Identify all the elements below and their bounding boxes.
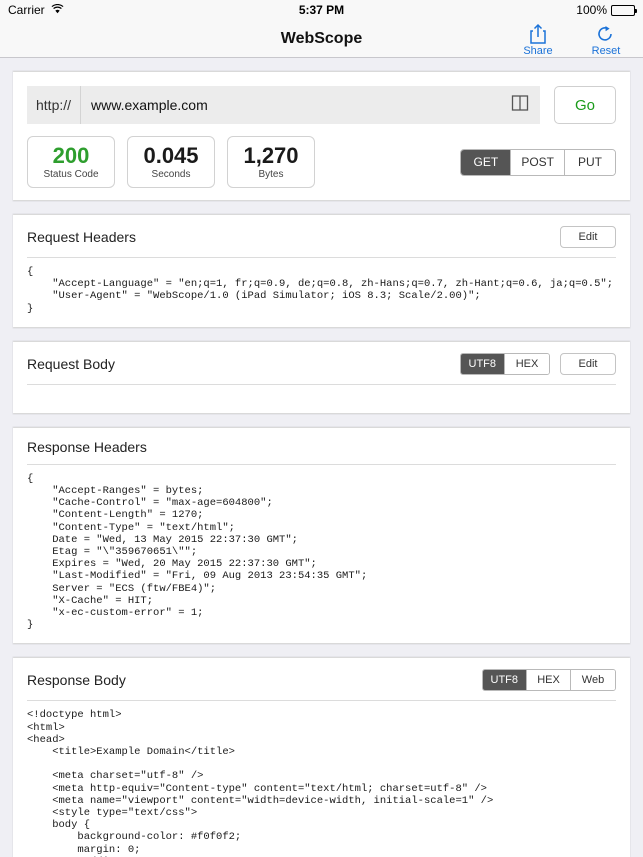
response-headers-header: Response Headers: [13, 428, 630, 464]
reset-icon: [596, 23, 616, 45]
request-headers-card: Request Headers Edit { "Accept-Language"…: [13, 214, 630, 328]
response-headers-content: { "Accept-Ranges" = bytes; "Cache-Contro…: [27, 472, 368, 632]
request-body-tools: UTF8 HEX Edit: [459, 352, 616, 375]
response-headers-title: Response Headers: [27, 438, 147, 455]
url-field[interactable]: http://: [27, 86, 540, 124]
stat-value: 0.045: [143, 143, 199, 168]
battery-icon: [611, 4, 637, 16]
stat-seconds: 0.045 Seconds: [127, 136, 215, 188]
status-bar-left: Carrier: [8, 3, 64, 17]
url-row: http:// Go: [27, 86, 616, 124]
carrier-label: Carrier: [8, 3, 45, 17]
share-button[interactable]: Share: [517, 23, 559, 57]
bookmark-button[interactable]: [500, 93, 540, 118]
wifi-icon: [51, 3, 64, 17]
status-bar: Carrier 5:37 PM 100%: [0, 0, 643, 20]
reset-button[interactable]: Reset: [585, 23, 627, 57]
share-label: Share: [523, 44, 553, 57]
method-get-option[interactable]: GET: [461, 149, 512, 175]
request-body-encoding-control[interactable]: UTF8 HEX: [459, 352, 550, 375]
method-put-option[interactable]: PUT: [565, 149, 615, 175]
response-body-header: Response Body UTF8 HEX Web: [13, 658, 630, 700]
request-body-header: Request Body UTF8 HEX Edit: [13, 342, 630, 384]
battery-percent-label: 100%: [576, 3, 607, 17]
request-body-content: [13, 385, 630, 413]
request-headers-header: Request Headers Edit: [13, 215, 630, 257]
response-body-web-option[interactable]: Web: [571, 670, 615, 691]
status-bar-right: 100%: [576, 3, 637, 17]
stat-value: 200: [52, 143, 90, 168]
response-body-encoding-control[interactable]: UTF8 HEX Web: [481, 669, 616, 692]
response-body-tools: UTF8 HEX Web: [481, 669, 616, 692]
book-icon: [510, 93, 530, 118]
response-body-title: Response Body: [27, 672, 126, 689]
stat-value: 1,270: [243, 143, 299, 168]
stat-label: Bytes: [258, 169, 284, 180]
request-headers-title: Request Headers: [27, 229, 136, 245]
status-bar-time: 5:37 PM: [298, 3, 345, 17]
response-body-card: Response Body UTF8 HEX Web <!doctype htm…: [13, 657, 630, 857]
stat-label: Seconds: [151, 169, 191, 180]
request-body-hex-option[interactable]: HEX: [505, 353, 549, 374]
reset-label: Reset: [591, 44, 621, 57]
request-body-card: Request Body UTF8 HEX Edit: [13, 340, 630, 414]
go-button[interactable]: Go: [554, 86, 616, 124]
stat-status-code: 200 Status Code: [27, 136, 115, 188]
stat-bytes: 1,270 Bytes: [227, 136, 315, 188]
request-headers-content: { "Accept-Language" = "en;q=1, fr;q=0.9,…: [27, 266, 613, 315]
share-icon: [528, 23, 548, 45]
nav-actions: Share Reset: [517, 21, 633, 57]
request-headers-edit-button[interactable]: Edit: [560, 226, 616, 248]
stat-label: Status Code: [43, 169, 99, 180]
method-post-option[interactable]: POST: [511, 149, 565, 175]
main-content: http:// Go 200 Status Code: [0, 71, 643, 857]
response-body-utf8-option[interactable]: UTF8: [482, 670, 527, 691]
response-body-hex-option[interactable]: HEX: [527, 670, 571, 691]
request-headers-tools: Edit: [560, 226, 616, 248]
http-method-segmented-control[interactable]: GET POST PUT: [460, 148, 616, 176]
request-body-title: Request Body: [27, 355, 115, 372]
request-body-edit-button[interactable]: Edit: [560, 352, 616, 375]
request-body-utf8-option[interactable]: UTF8: [460, 353, 505, 374]
url-scheme-label: http://: [27, 86, 82, 124]
stats-row: 200 Status Code 0.045 Seconds 1,270 Byte…: [27, 136, 616, 188]
request-card: http:// Go 200 Status Code: [13, 71, 630, 201]
response-body-content: <!doctype html> <html> <head> <title>Exa…: [27, 709, 494, 857]
response-headers-card: Response Headers { "Accept-Ranges" = byt…: [13, 426, 630, 645]
navigation-bar: WebScope Share Reset: [0, 20, 643, 58]
url-input[interactable]: [81, 97, 500, 113]
